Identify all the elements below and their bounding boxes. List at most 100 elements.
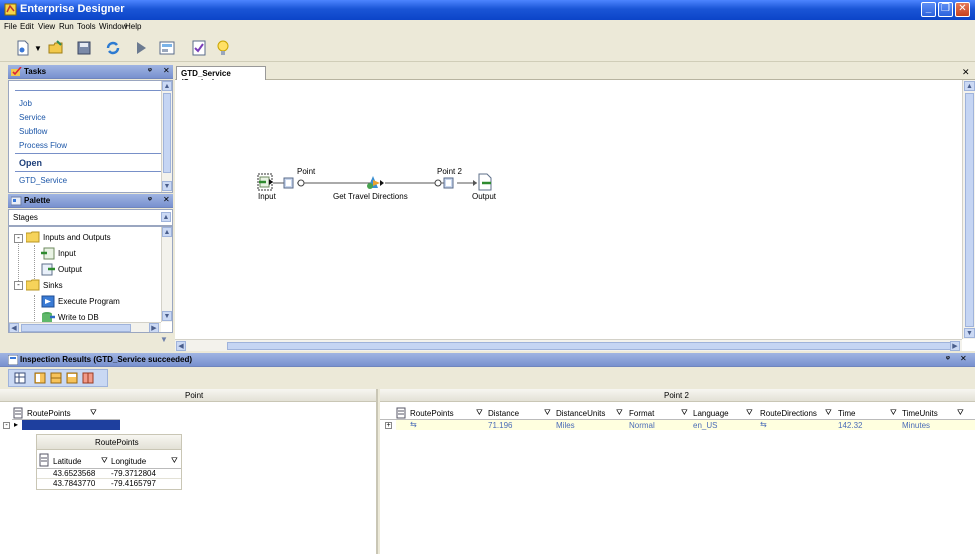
filter-icon[interactable]: ⛛: [681, 408, 688, 418]
filter-icon[interactable]: ⛛: [101, 456, 108, 466]
scroll-down-button[interactable]: ▼: [964, 328, 975, 338]
grid-view-icon[interactable]: [14, 372, 26, 384]
column-header-longitude[interactable]: Longitude: [111, 457, 146, 466]
stages-scroll-up-button[interactable]: ▲: [161, 212, 171, 222]
pin-icon[interactable]: ᵠ: [148, 66, 152, 75]
collapse-row-icon[interactable]: -: [3, 422, 10, 429]
scroll-up-button[interactable]: ▲: [964, 81, 975, 91]
left-pane-icon[interactable]: [34, 372, 46, 384]
filter-icon[interactable]: ⛛: [825, 408, 832, 418]
task-service-link[interactable]: Service: [19, 113, 46, 122]
filter-icon[interactable]: ⛛: [476, 408, 483, 418]
scroll-thumb[interactable]: [163, 93, 171, 173]
expand-row-icon[interactable]: +: [385, 422, 392, 429]
column-header-timeunits[interactable]: TimeUnits: [902, 409, 938, 418]
collapse-icon[interactable]: -: [14, 281, 23, 290]
row-selector-icon[interactable]: ▸: [14, 420, 18, 429]
run-icon[interactable]: [132, 39, 150, 57]
scroll-down-button[interactable]: ▼: [162, 311, 172, 321]
menu-tools[interactable]: Tools: [77, 22, 96, 31]
point-node-icon[interactable]: [283, 177, 297, 189]
scroll-left-button[interactable]: ◀: [176, 341, 186, 351]
filter-icon[interactable]: ⛛: [544, 408, 551, 418]
menu-edit[interactable]: Edit: [20, 22, 34, 31]
column-chooser-icon[interactable]: [39, 453, 49, 467]
save-icon[interactable]: [75, 39, 93, 57]
palette-vscrollbar[interactable]: ▲ ▼: [161, 227, 172, 322]
close-panel-icon[interactable]: ✕: [163, 195, 170, 204]
dropdown-arrow-icon[interactable]: ▼: [34, 44, 42, 53]
lightbulb-icon[interactable]: [214, 39, 232, 57]
close-button[interactable]: ✕: [955, 2, 970, 17]
minimize-button[interactable]: _: [921, 2, 936, 17]
column-header-routepoints[interactable]: RoutePoints: [27, 409, 71, 418]
vertical-split-icon[interactable]: [82, 372, 94, 384]
canvas-hscrollbar[interactable]: ◀ ▶: [175, 339, 962, 351]
menu-run[interactable]: Run: [59, 22, 74, 31]
column-header-language[interactable]: Language: [693, 409, 729, 418]
validate-icon[interactable]: [190, 39, 208, 57]
filter-icon[interactable]: ⛛: [616, 408, 623, 418]
scroll-thumb[interactable]: [965, 93, 974, 327]
inspect-icon[interactable]: [158, 39, 176, 57]
column-header-time[interactable]: Time: [838, 409, 855, 418]
column-header-distance[interactable]: Distance: [488, 409, 519, 418]
collapse-icon[interactable]: -: [14, 234, 23, 243]
filter-icon[interactable]: ⛛: [90, 408, 97, 418]
tree-item-write-to-db[interactable]: Write to DB: [58, 313, 99, 322]
table-row[interactable]: [396, 420, 975, 430]
new-document-icon[interactable]: [14, 39, 32, 57]
menu-view[interactable]: View: [38, 22, 55, 31]
column-header-format[interactable]: Format: [629, 409, 654, 418]
refresh-icon[interactable]: [104, 39, 122, 57]
scroll-up-button[interactable]: ▲: [162, 227, 172, 237]
close-panel-icon[interactable]: ✕: [960, 354, 967, 363]
scroll-left-button[interactable]: ◀: [9, 323, 19, 332]
input-node-icon[interactable]: [257, 173, 275, 193]
horizontal-split-icon[interactable]: [50, 372, 62, 384]
menu-window[interactable]: Window: [99, 22, 127, 31]
dataflow-canvas[interactable]: Input Point Get Travel Directions Point …: [175, 80, 975, 351]
open-folder-icon[interactable]: [47, 39, 65, 57]
tree-folder-sinks[interactable]: Sinks: [43, 281, 63, 290]
scroll-right-button[interactable]: ▶: [950, 341, 960, 351]
column-header-latitude[interactable]: Latitude: [53, 457, 81, 466]
column-header-routepoints[interactable]: RoutePoints: [410, 409, 454, 418]
output-node-icon[interactable]: [477, 173, 493, 191]
palette-hscrollbar[interactable]: ◀ ▶: [9, 322, 161, 332]
menu-help[interactable]: Help: [125, 22, 141, 31]
scroll-thumb[interactable]: [227, 342, 955, 350]
column-chooser-icon[interactable]: [396, 407, 406, 419]
column-header-routedirections[interactable]: RouteDirections: [760, 409, 817, 418]
tree-item-input[interactable]: Input: [58, 249, 76, 258]
close-panel-icon[interactable]: ✕: [163, 66, 170, 75]
restore-button[interactable]: ❐: [938, 2, 953, 17]
get-travel-directions-icon[interactable]: [364, 174, 384, 192]
filter-icon[interactable]: ⛛: [890, 408, 897, 418]
close-tab-icon[interactable]: ✕: [962, 67, 970, 78]
task-job-link[interactable]: Job: [19, 99, 32, 108]
scroll-down-button[interactable]: ▼: [162, 181, 172, 191]
top-pane-icon[interactable]: [66, 372, 78, 384]
scroll-right-button[interactable]: ▶: [149, 323, 159, 332]
menu-file[interactable]: File: [4, 22, 17, 31]
routepoints-expand-icon[interactable]: ⇆: [410, 420, 417, 429]
pin-icon[interactable]: ᵠ: [148, 195, 152, 204]
filter-icon[interactable]: ⛛: [171, 456, 178, 466]
selected-row[interactable]: [22, 420, 120, 430]
filter-icon[interactable]: ⛛: [746, 408, 753, 418]
stages-bar[interactable]: Stages ▲: [8, 209, 173, 226]
canvas-vscrollbar[interactable]: ▲ ▼: [962, 80, 975, 339]
point2-node-icon[interactable]: [443, 177, 457, 189]
tree-folder-inputs-outputs[interactable]: Inputs and Outputs: [43, 233, 111, 242]
tasks-scrollbar[interactable]: ▲ ▼: [161, 81, 172, 192]
filter-icon[interactable]: ⛛: [957, 408, 964, 418]
column-chooser-icon[interactable]: [13, 407, 23, 419]
panel-dropdown-icon[interactable]: ▼: [160, 335, 168, 344]
scroll-thumb[interactable]: [21, 324, 131, 332]
scroll-up-button[interactable]: ▲: [162, 81, 172, 91]
open-gtd-service-link[interactable]: GTD_Service: [19, 176, 67, 185]
task-process-flow-link[interactable]: Process Flow: [19, 141, 67, 150]
column-header-distanceunits[interactable]: DistanceUnits: [556, 409, 605, 418]
tree-item-execute-program[interactable]: Execute Program: [58, 297, 120, 306]
